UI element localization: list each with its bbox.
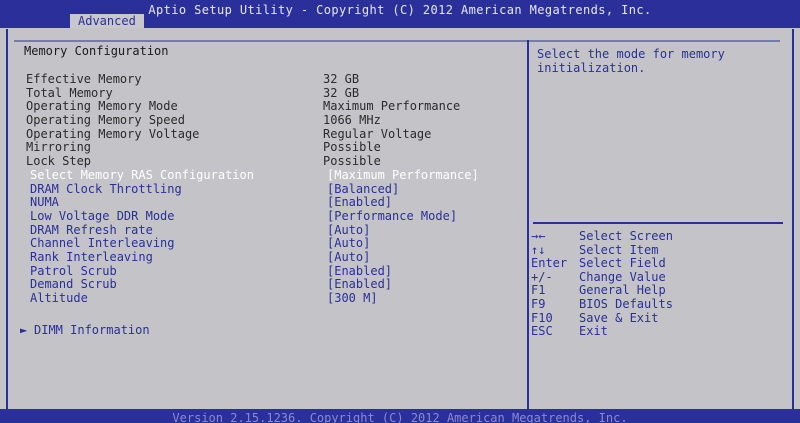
option-label: Rank Interleaving (30, 249, 153, 264)
key-legend-item: F10 Save & Exit (531, 310, 786, 326)
info-row-lock-step: Lock Step Possible (0, 154, 527, 169)
option-value[interactable]: [Maximum Performance] (327, 168, 479, 183)
row-label: Total Memory (26, 85, 113, 100)
submenu-arrow-icon: ► (20, 323, 28, 337)
key-name: ESC (531, 324, 553, 339)
option-value[interactable]: [Performance Mode] (327, 209, 457, 224)
row-label: Mirroring (26, 140, 92, 155)
up-down-arrows-icon: ↑↓ (531, 242, 546, 257)
key-name: Enter (531, 256, 568, 271)
row-label: Operating Memory Mode (26, 99, 178, 114)
key-description: Save & Exit (579, 310, 659, 325)
panel-top-border (14, 40, 780, 42)
option-value[interactable]: [Auto] (327, 223, 370, 238)
row-value: 32 GB (323, 72, 360, 86)
option-value[interactable]: [Auto] (327, 250, 370, 265)
left-right-arrows-icon: →← (531, 229, 546, 243)
row-value: Possible (323, 154, 381, 169)
option-altitude[interactable]: Altitude [300 M] (0, 291, 527, 306)
option-rank-interleaving[interactable]: Rank Interleaving [Auto] (0, 249, 527, 265)
option-label: DRAM Clock Throttling (30, 181, 182, 196)
panel-divider (527, 40, 529, 409)
row-value: Regular Voltage (323, 126, 432, 141)
info-row-operating-memory-voltage: Operating Memory Voltage Regular Voltage (0, 126, 527, 142)
key-legend-item: ↑↓ Select Item (531, 242, 786, 258)
option-value[interactable]: [300 M] (327, 291, 378, 306)
row-value: 32 GB (323, 85, 360, 100)
option-label: Low Voltage DDR Mode (30, 208, 175, 223)
section-title: Memory Configuration (24, 44, 169, 58)
row-value: 1066 MHz (323, 113, 381, 128)
settings-list: Effective Memory 32 GB Total Memory 32 G… (0, 72, 527, 306)
option-value[interactable]: [Auto] (327, 237, 370, 251)
key-description: Select Item (579, 242, 659, 257)
key-legend: →← Select Screen ↑↓ Select Item Enter Se… (531, 229, 786, 339)
option-numa[interactable]: NUMA [Enabled] (0, 195, 527, 210)
key-legend-item: +/- Change Value (531, 269, 786, 285)
key-name: F10 (531, 310, 553, 325)
key-description: Change Value (579, 269, 666, 284)
row-value: Maximum Performance (323, 99, 461, 114)
key-name: +/- (531, 269, 553, 284)
option-value[interactable]: [Enabled] (327, 264, 392, 279)
option-label: Select Memory RAS Configuration (30, 167, 254, 182)
submenu-label: DIMM Information (34, 323, 150, 337)
info-row-effective-memory: Effective Memory 32 GB (0, 72, 527, 87)
row-label: Effective Memory (26, 72, 142, 86)
footer-version: Version 2.15.1236. Copyright (C) 2012 Am… (0, 409, 800, 423)
title-bar: Aptio Setup Utility - Copyright (C) 2012… (0, 0, 800, 28)
info-row-total-memory: Total Memory 32 GB (0, 85, 527, 101)
key-legend-item: →← Select Screen (531, 229, 786, 244)
option-ras-configuration[interactable]: Select Memory RAS Configuration [Maximum… (0, 167, 527, 183)
option-label: NUMA (30, 195, 59, 210)
info-row-mirroring: Mirroring Possible (0, 141, 527, 155)
option-channel-interleaving[interactable]: Channel Interleaving [Auto] (0, 237, 527, 251)
option-value[interactable]: [Enabled] (327, 195, 392, 210)
key-description: General Help (579, 283, 666, 298)
key-description: Select Screen (579, 229, 673, 243)
help-divider (533, 222, 783, 224)
row-label: Operating Memory Voltage (26, 126, 200, 141)
info-row-operating-memory-mode: Operating Memory Mode Maximum Performanc… (0, 100, 527, 114)
key-legend-item: ESC Exit (531, 325, 786, 339)
key-description: Select Field (579, 256, 666, 271)
option-value[interactable]: [Balanced] (327, 182, 399, 197)
option-label: DRAM Refresh rate (30, 222, 153, 237)
key-description: BIOS Defaults (579, 296, 673, 311)
tab-advanced[interactable]: Advanced (70, 14, 144, 28)
option-low-voltage-ddr-mode[interactable]: Low Voltage DDR Mode [Performance Mode] (0, 208, 527, 224)
submenu-dimm-information[interactable]: ► DIMM Information (20, 323, 150, 337)
option-label: Patrol Scrub (30, 263, 117, 278)
key-legend-item: Enter Select Field (531, 257, 786, 271)
option-demand-scrub[interactable]: Demand Scrub [Enabled] (0, 278, 527, 292)
key-name: F1 (531, 283, 546, 298)
key-description: Exit (579, 324, 608, 339)
option-patrol-scrub[interactable]: Patrol Scrub [Enabled] (0, 263, 527, 279)
option-dram-refresh-rate[interactable]: DRAM Refresh rate [Auto] (0, 222, 527, 238)
row-value: Possible (323, 140, 381, 155)
option-label: Demand Scrub (30, 277, 117, 292)
key-legend-item: F9 BIOS Defaults (531, 296, 786, 312)
option-value[interactable]: [Enabled] (327, 278, 392, 292)
option-label: Altitude (30, 291, 88, 305)
option-dram-clock-throttling[interactable]: DRAM Clock Throttling [Balanced] (0, 181, 527, 197)
option-label: Channel Interleaving (30, 236, 175, 251)
row-label: Lock Step (26, 154, 92, 169)
help-description: Select the mode for memory initializatio… (537, 47, 725, 75)
key-legend-item: F1 General Help (531, 284, 786, 298)
row-label: Operating Memory Speed (26, 113, 185, 128)
key-name: F9 (531, 296, 546, 311)
info-row-operating-memory-speed: Operating Memory Speed 1066 MHz (0, 113, 527, 128)
